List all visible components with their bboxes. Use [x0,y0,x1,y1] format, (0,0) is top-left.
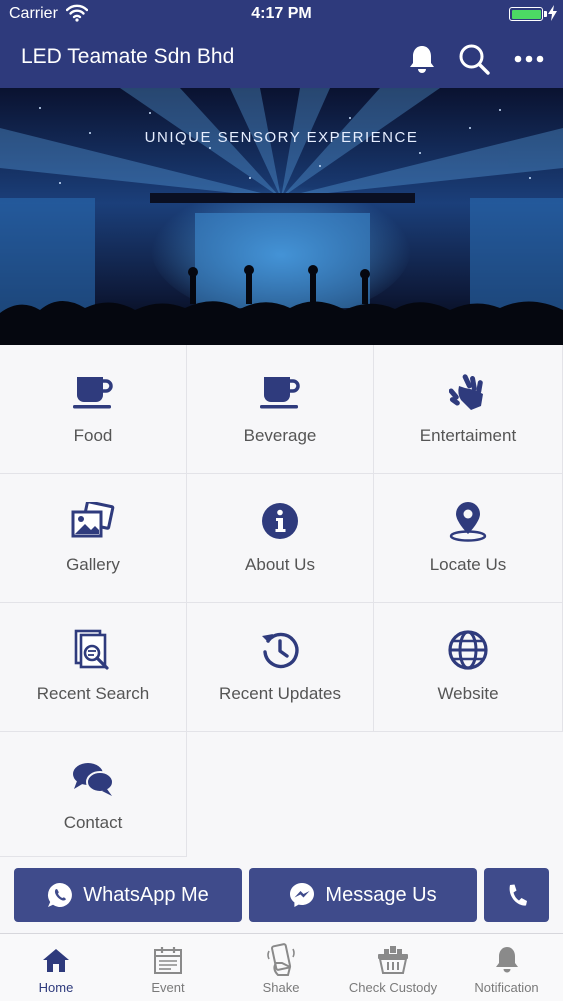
history-icon [262,632,299,669]
menu-tile-food[interactable]: Food [0,345,187,474]
menu-label-entertainment: Entertaiment [419,426,517,445]
tab-home[interactable]: Home [0,934,112,1001]
menu-tile-recent-updates[interactable]: Recent Updates [187,603,374,732]
status-bar: Carrier 4:17 PM [0,0,563,30]
tab-label-shake: Shake [262,980,300,995]
menu-label-contact: Contact [63,813,123,832]
menu-tile-website[interactable]: Website [374,603,563,732]
message-us-button-label: Message Us [325,883,437,906]
banner-tagline: UNIQUE SENSORY EXPERIENCE [144,129,419,146]
tab-label-check-custody: Check Custody [348,980,438,995]
menu-tile-recent-search[interactable]: Recent Search [0,603,187,732]
tab-notification[interactable]: Notification [450,934,563,1001]
banner-image[interactable]: UNIQUE SENSORY EXPERIENCE [0,88,563,345]
coffee-cup-icon [260,377,300,409]
whatsapp-button[interactable]: WhatsApp Me [14,868,242,922]
chat-bubbles-icon [73,763,114,796]
whatsapp-icon [48,882,73,907]
menu-tile-gallery[interactable]: Gallery [0,474,187,603]
phone-icon [509,884,527,906]
basket-icon [378,946,408,974]
bell-icon[interactable] [405,42,439,76]
clock: 4:17 PM [251,5,312,22]
menu-grid: Food Beverage Entertaiment Gallery About… [0,345,563,857]
gallery-icon [71,502,115,538]
menu-tile-beverage[interactable]: Beverage [187,345,374,474]
app-title: LED Teamate Sdn Bhd [21,45,235,68]
menu-label-recent-updates: Recent Updates [219,684,341,703]
search-icon[interactable] [457,42,491,76]
coffee-cup-icon [73,377,113,409]
menu-tile-locate-us[interactable]: Locate Us [374,474,563,603]
tab-label-notification: Notification [474,980,539,995]
info-icon [262,503,298,539]
whatsapp-button-label: WhatsApp Me [83,883,209,906]
menu-empty-area [187,732,563,857]
app-header: LED Teamate Sdn Bhd [0,30,563,88]
message-us-button[interactable]: Message Us [249,868,477,922]
globe-icon [448,630,488,670]
tab-event[interactable]: Event [112,934,224,1001]
menu-label-recent-search: Recent Search [36,684,150,703]
menu-label-gallery: Gallery [66,555,120,574]
menu-label-about-us: About Us [245,555,315,574]
menu-label-locate-us: Locate Us [429,555,507,574]
document-search-icon [74,629,109,670]
location-pin-icon [449,502,487,542]
messenger-icon [290,883,315,907]
sign-language-icon [449,374,483,410]
tab-label-event: Event [151,980,185,995]
concert-stage-illustration [0,88,563,345]
charging-icon [548,5,557,21]
menu-label-beverage: Beverage [243,426,317,445]
menu-tile-entertainment[interactable]: Entertaiment [374,345,563,474]
tab-shake[interactable]: Shake [225,934,337,1001]
more-icon[interactable] [512,42,546,76]
battery-tip [544,11,547,17]
battery-icon [509,7,543,21]
bell-icon [495,947,518,973]
tab-check-custody[interactable]: Check Custody [337,934,449,1001]
call-button[interactable] [484,868,549,922]
home-icon [43,949,69,972]
menu-label-website: Website [437,684,499,703]
action-bar: WhatsApp Me Message Us [0,857,563,934]
bottom-tab-bar: Home Event Shake Check Custody Notificat… [0,933,563,1001]
tab-label-home: Home [38,980,74,995]
menu-tile-about-us[interactable]: About Us [187,474,374,603]
menu-label-food: Food [73,426,113,445]
calendar-icon [154,947,182,974]
shake-phone-icon [267,943,295,976]
menu-tile-contact[interactable]: Contact [0,732,187,857]
